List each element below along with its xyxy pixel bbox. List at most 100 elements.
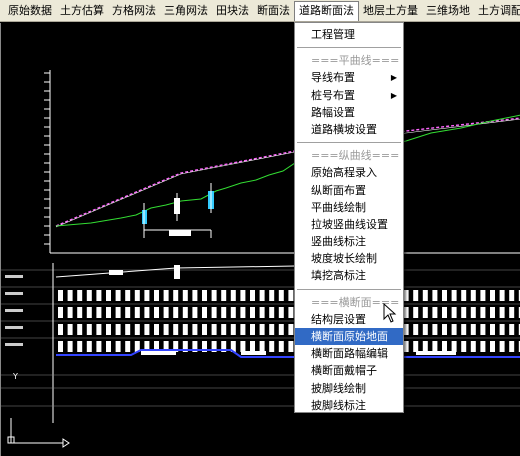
cad-drawing[interactable]: Y (1, 23, 520, 456)
band-cell-mark (221, 290, 227, 301)
menu-item-9[interactable]: 土方调配 (474, 1, 520, 21)
band-cell-mark (461, 290, 467, 301)
band-cell-mark (230, 307, 236, 318)
band-cell-mark (173, 290, 179, 301)
design-grade-line-white (55, 118, 520, 228)
band-cell-mark (134, 324, 140, 335)
menu-item-6[interactable]: 道路断面法 (294, 0, 359, 21)
band-cell-mark (173, 324, 179, 335)
dropdown-item[interactable]: 横断面分幅 ▶ (295, 431, 403, 448)
band-cell-mark (259, 290, 265, 301)
menu-item-3[interactable]: 三角网法 (160, 1, 212, 21)
dropdown-item-label: 道路横坡设置 (311, 122, 377, 136)
band-cell-mark (403, 307, 409, 318)
dropdown-item[interactable]: 路幅设置 (295, 104, 403, 121)
band-cell-mark (202, 324, 207, 335)
band-cell-mark (442, 290, 447, 301)
dropdown-item[interactable]: 原始高程录入 (295, 164, 403, 181)
dropdown-item[interactable]: 纵断面布置 (295, 182, 403, 199)
band-cell-mark (230, 324, 236, 335)
menu-item-7[interactable]: 地层土方量 (359, 1, 422, 21)
menu-item-2[interactable]: 方格网法 (108, 1, 160, 21)
band-cell-mark (509, 290, 515, 301)
band-cell-mark (106, 341, 111, 352)
band-cell-mark (67, 290, 73, 301)
dropdown-item[interactable]: 披脚线标注 (295, 397, 403, 414)
band-cell-mark (432, 324, 438, 335)
profile-data-bands (1, 263, 520, 423)
band-fill-2 (241, 351, 266, 355)
elevation-ruler (44, 70, 51, 253)
band-cell-mark (96, 341, 102, 352)
band-cell-mark (163, 307, 169, 318)
menu-separator (297, 142, 401, 144)
band-cell-mark (269, 324, 275, 335)
dropdown-item[interactable]: 横断面路幅编辑 (295, 345, 403, 362)
band-cell-mark (403, 290, 409, 301)
band-cell-mark (470, 341, 476, 352)
dropdown-item[interactable]: 拉坡竖曲线设置 (295, 216, 403, 233)
dropdown-item[interactable]: 竖曲线标注 (295, 233, 403, 250)
band-cell-mark (192, 307, 198, 318)
band-cell-mark (422, 341, 428, 352)
band-cell-mark (125, 341, 131, 352)
band-cell-mark (480, 341, 486, 352)
menu-section-header: ===平曲线=== (295, 52, 403, 69)
menu-item-5[interactable]: 断面法 (253, 1, 294, 21)
submenu-arrow-icon: ▶ (390, 435, 397, 445)
band-cell-mark (163, 324, 169, 335)
vertical-curve-markers (142, 183, 214, 238)
band-cell-mark (278, 341, 284, 352)
band-cell-mark (211, 307, 217, 318)
dropdown-item-label: 横断面戴帽子 (311, 364, 377, 378)
band-cell-mark (144, 307, 150, 318)
dropdown-item[interactable]: 工程管理 (295, 26, 403, 43)
dropdown-item[interactable]: 道路横坡设置 (295, 121, 403, 138)
dropdown-item[interactable]: 导线布置 ▶ (295, 69, 403, 86)
band-cell-mark (259, 324, 265, 335)
band-cell-mark (67, 307, 73, 318)
band-cell-mark (86, 290, 92, 301)
dropdown-item-label: 披脚线标注 (311, 398, 366, 412)
band-cell-mark (58, 290, 63, 301)
slope-label-mark (109, 270, 123, 275)
band-cell-mark (499, 341, 505, 352)
band-cell-mark (144, 324, 150, 335)
band-cell-mark (490, 341, 495, 352)
dropdown-item[interactable]: 披脚线绘制 (295, 380, 403, 397)
dropdown-item[interactable]: 土方量统计表 (295, 414, 403, 431)
band-row-label-mark (5, 343, 23, 346)
menu-item-0[interactable]: 原始数据 (4, 1, 56, 21)
menu-item-4[interactable]: 田块法 (212, 1, 253, 21)
band-cell-mark (499, 307, 505, 318)
dropdown-item-label: 纵断面布置 (311, 183, 366, 197)
band-cell-mark (461, 307, 467, 318)
band-cell-mark (202, 307, 207, 318)
menu-item-1[interactable]: 土方估算 (56, 1, 108, 21)
dropdown-item[interactable]: 横断面原始地面 (295, 328, 403, 346)
band-cell-mark (240, 307, 246, 318)
cad-drawing-canvas[interactable]: Y X (0, 23, 520, 456)
dropdown-item[interactable]: 坡度坡长绘制 (295, 250, 403, 267)
band-cell-mark (154, 290, 159, 301)
band-cell-mark (106, 290, 111, 301)
band-cell-mark (278, 307, 284, 318)
band-fill-3 (416, 351, 456, 355)
dropdown-item[interactable]: 桩号布置 ▶ (295, 87, 403, 104)
band-cell-mark (288, 290, 294, 301)
band-row-label-mark (5, 275, 23, 278)
dropdown-item[interactable]: 填挖高标注 (295, 267, 403, 284)
dropdown-item[interactable]: 横断面戴帽子 (295, 362, 403, 379)
band-cell-mark (67, 341, 73, 352)
band-cell-mark (470, 290, 476, 301)
dropdown-item-label: 桩号布置 (311, 88, 355, 102)
submenu-arrow-icon: ▶ (390, 90, 397, 100)
band-cell-mark (125, 324, 131, 335)
road-section-dropdown-menu[interactable]: 工程管理 ===平曲线=== 导线布置 ▶ 桩号布置 ▶ 路幅设置 道路横坡设置 ===纵曲线=… (294, 22, 404, 446)
dropdown-item-label: 平曲线绘制 (311, 200, 366, 214)
dropdown-item[interactable]: 平曲线绘制 (295, 199, 403, 216)
band-cell-mark (250, 290, 255, 301)
band-cell-mark (480, 324, 486, 335)
menu-item-8[interactable]: 三维场地 (422, 1, 474, 21)
band-cell-mark (480, 307, 486, 318)
